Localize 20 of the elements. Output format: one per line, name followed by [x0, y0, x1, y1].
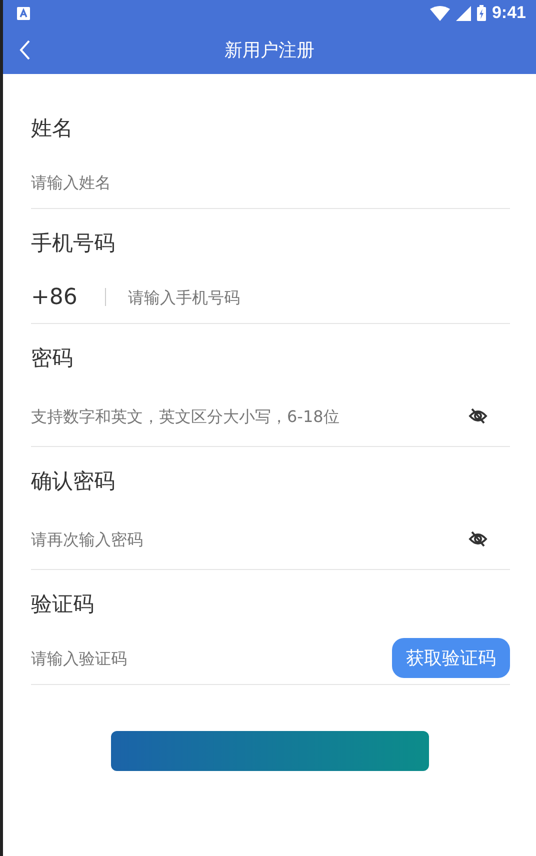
phone-field[interactable]: 请输入手机号码: [128, 288, 510, 306]
page-title: 新用户注册: [224, 39, 314, 62]
password-field[interactable]: 请再次输入密码: [31, 530, 468, 548]
battery-icon: [476, 5, 486, 21]
field-label: 密码: [31, 345, 73, 372]
signal-icon: [456, 6, 471, 20]
field-label: 手机号码: [31, 230, 115, 257]
name-field[interactable]: 请输入姓名: [31, 172, 510, 192]
password-field[interactable]: 支持数字和英文，英文区分大小写，6-18位: [31, 406, 468, 426]
field-label: 确认密码: [31, 468, 115, 495]
back-icon[interactable]: [19, 40, 31, 60]
field-label: 姓名: [31, 115, 73, 142]
status-time: 9:41: [492, 3, 526, 23]
hidden-eye-icon[interactable]: [468, 530, 488, 548]
hidden-eye-icon[interactable]: [468, 407, 488, 425]
field-label: 验证码: [31, 591, 94, 618]
wifi-icon: [430, 6, 450, 20]
code-field[interactable]: 请输入验证码: [31, 648, 392, 668]
country-code[interactable]: +86: [31, 284, 105, 310]
app-notification-icon: [17, 6, 30, 20]
